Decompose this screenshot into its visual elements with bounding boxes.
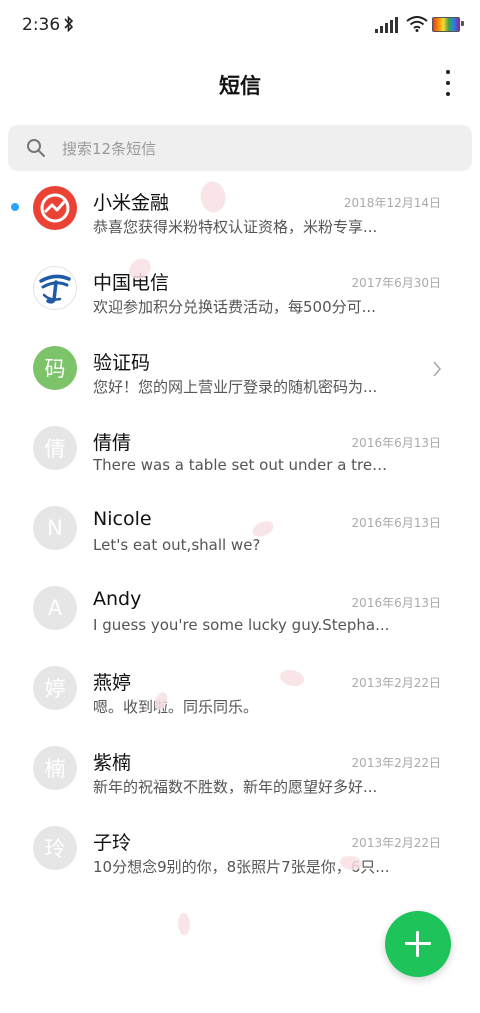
title-bar: 短信: [0, 52, 480, 116]
conversation-row[interactable]: 婷 燕婷 2013年2月22日 嗯。收到啦。同乐同乐。: [0, 648, 480, 728]
avatar: 楠: [33, 746, 77, 790]
message-date: 2016年6月13日: [351, 596, 441, 610]
message-date: 2013年2月22日: [351, 676, 441, 690]
message-date: 2016年6月13日: [351, 516, 441, 530]
search-placeholder: 搜索12条短信: [62, 140, 157, 158]
conversation-row[interactable]: 楠 紫楠 2013年2月22日 新年的祝福数不胜数，新年的愿望好多好...: [0, 728, 480, 808]
avatar: N: [33, 506, 77, 550]
contact-name: Andy: [93, 588, 142, 610]
message-snippet: Let's eat out,shall we?: [93, 536, 261, 554]
message-snippet: 新年的祝福数不胜数，新年的愿望好多好...: [93, 778, 378, 796]
contact-name: 子玲: [93, 832, 132, 854]
dot: [446, 70, 450, 74]
message-snippet: There was a table set out under a tree i…: [93, 456, 393, 474]
avatar: 倩: [33, 426, 77, 470]
message-snippet: 欢迎参加积分兑换话费活动，每500分可...: [93, 298, 376, 316]
plus-icon-v: [416, 931, 419, 957]
signal-icon: [375, 17, 398, 33]
chevron-right-icon: [433, 361, 442, 377]
conversation-row[interactable]: N Nicole 2016年6月13日 Let's eat out,shall …: [0, 488, 480, 568]
contact-name: 验证码: [93, 352, 151, 374]
message-date: 2013年2月22日: [351, 756, 441, 770]
wifi-icon: [406, 16, 428, 32]
avatar: 婷: [33, 666, 77, 710]
conversation-row[interactable]: 中国电信 2017年6月30日 欢迎参加积分兑换话费活动，每500分可...: [0, 248, 480, 328]
new-message-button[interactable]: [385, 911, 451, 977]
avatar: A: [33, 586, 77, 630]
battery-icon: [432, 17, 460, 32]
mi-finance-logo-icon: [40, 193, 70, 223]
message-snippet: I guess you're some lucky guy.Stepha...: [93, 616, 390, 634]
page-title: 短信: [219, 74, 261, 98]
message-snippet: 嗯。收到啦。同乐同乐。: [93, 698, 259, 716]
message-snippet: 您好！您的网上营业厅登录的随机密码为...: [93, 378, 378, 396]
dot: [446, 81, 450, 85]
conversation-row[interactable]: 倩 倩倩 2016年6月13日 There was a table set ou…: [0, 408, 480, 488]
battery-tip: [461, 21, 464, 26]
unread-dot: [11, 203, 19, 211]
contact-name: 小米金融: [93, 192, 170, 214]
avatar: 玲: [33, 826, 77, 870]
conversation-row[interactable]: 小米金融 2018年12月14日 恭喜您获得米粉特权认证资格，米粉专享...: [0, 168, 480, 248]
china-telecom-avatar: [33, 266, 77, 310]
message-date: 2013年2月22日: [351, 836, 441, 850]
contact-name: 紫楠: [93, 752, 132, 774]
message-date: 2017年6月30日: [351, 276, 441, 290]
contact-name: Nicole: [93, 508, 152, 530]
message-date: 2018年12月14日: [343, 196, 441, 210]
china-telecom-logo-icon: [39, 274, 71, 304]
search-icon: [27, 139, 45, 157]
conversation-row[interactable]: A Andy 2016年6月13日 I guess you're some lu…: [0, 568, 480, 648]
petal-decoration: [176, 912, 192, 936]
mi-finance-avatar: [33, 186, 77, 230]
search-bar[interactable]: 搜索12条短信: [8, 125, 472, 171]
dot: [446, 92, 450, 96]
message-snippet: 恭喜您获得米粉特权认证资格，米粉专享...: [93, 218, 378, 236]
conversation-row[interactable]: 玲 子玲 2013年2月22日 10分想念9别的你，8张照片7张是你，6只...: [0, 808, 480, 888]
contact-name: 燕婷: [93, 672, 132, 694]
conversation-row[interactable]: 码 验证码 您好！您的网上营业厅登录的随机密码为...: [0, 328, 480, 408]
more-options-button[interactable]: [442, 70, 454, 96]
status-time: 2:36: [22, 15, 61, 35]
message-date: 2016年6月13日: [351, 436, 441, 450]
contact-name: 倩倩: [93, 432, 132, 454]
avatar: 码: [33, 346, 77, 390]
status-bar: 2:36: [0, 0, 480, 52]
bluetooth-icon: [64, 15, 74, 33]
